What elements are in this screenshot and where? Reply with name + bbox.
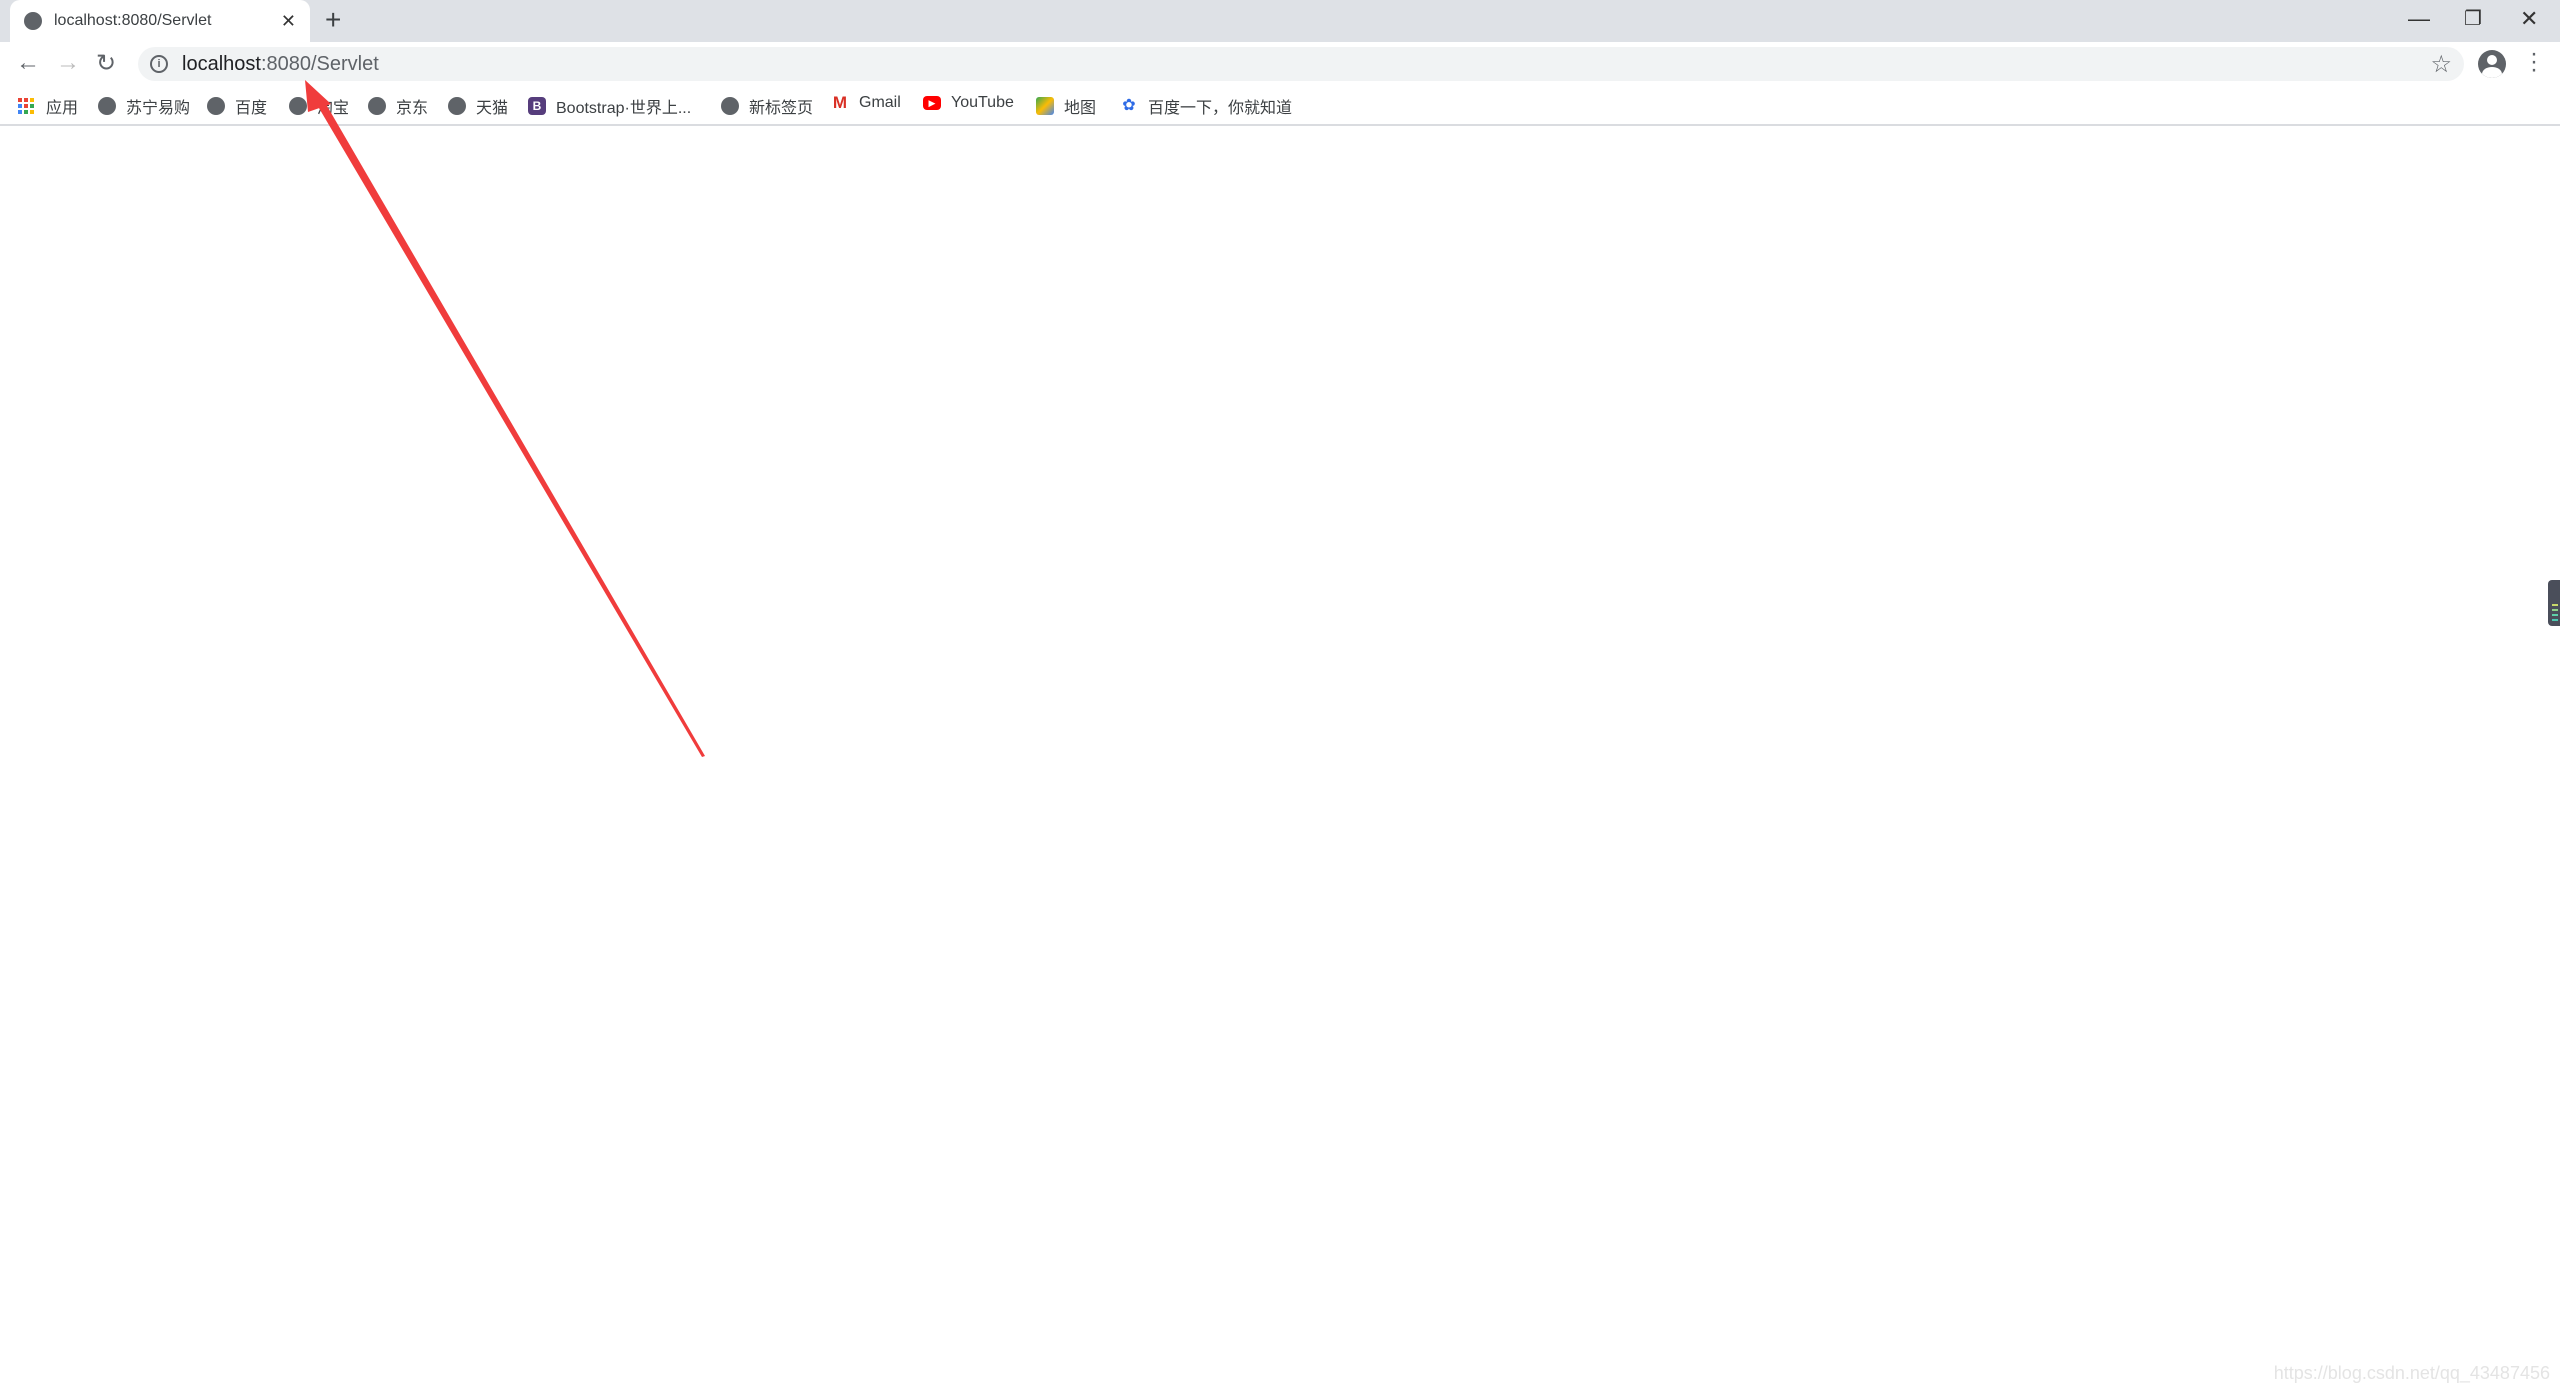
arrow-shaft xyxy=(316,99,705,757)
watermark: https://blog.csdn.net/qq_43487456 xyxy=(2273,1363,2550,1383)
annotation-arrow xyxy=(305,80,705,757)
side-widget[interactable] xyxy=(2548,580,2560,626)
